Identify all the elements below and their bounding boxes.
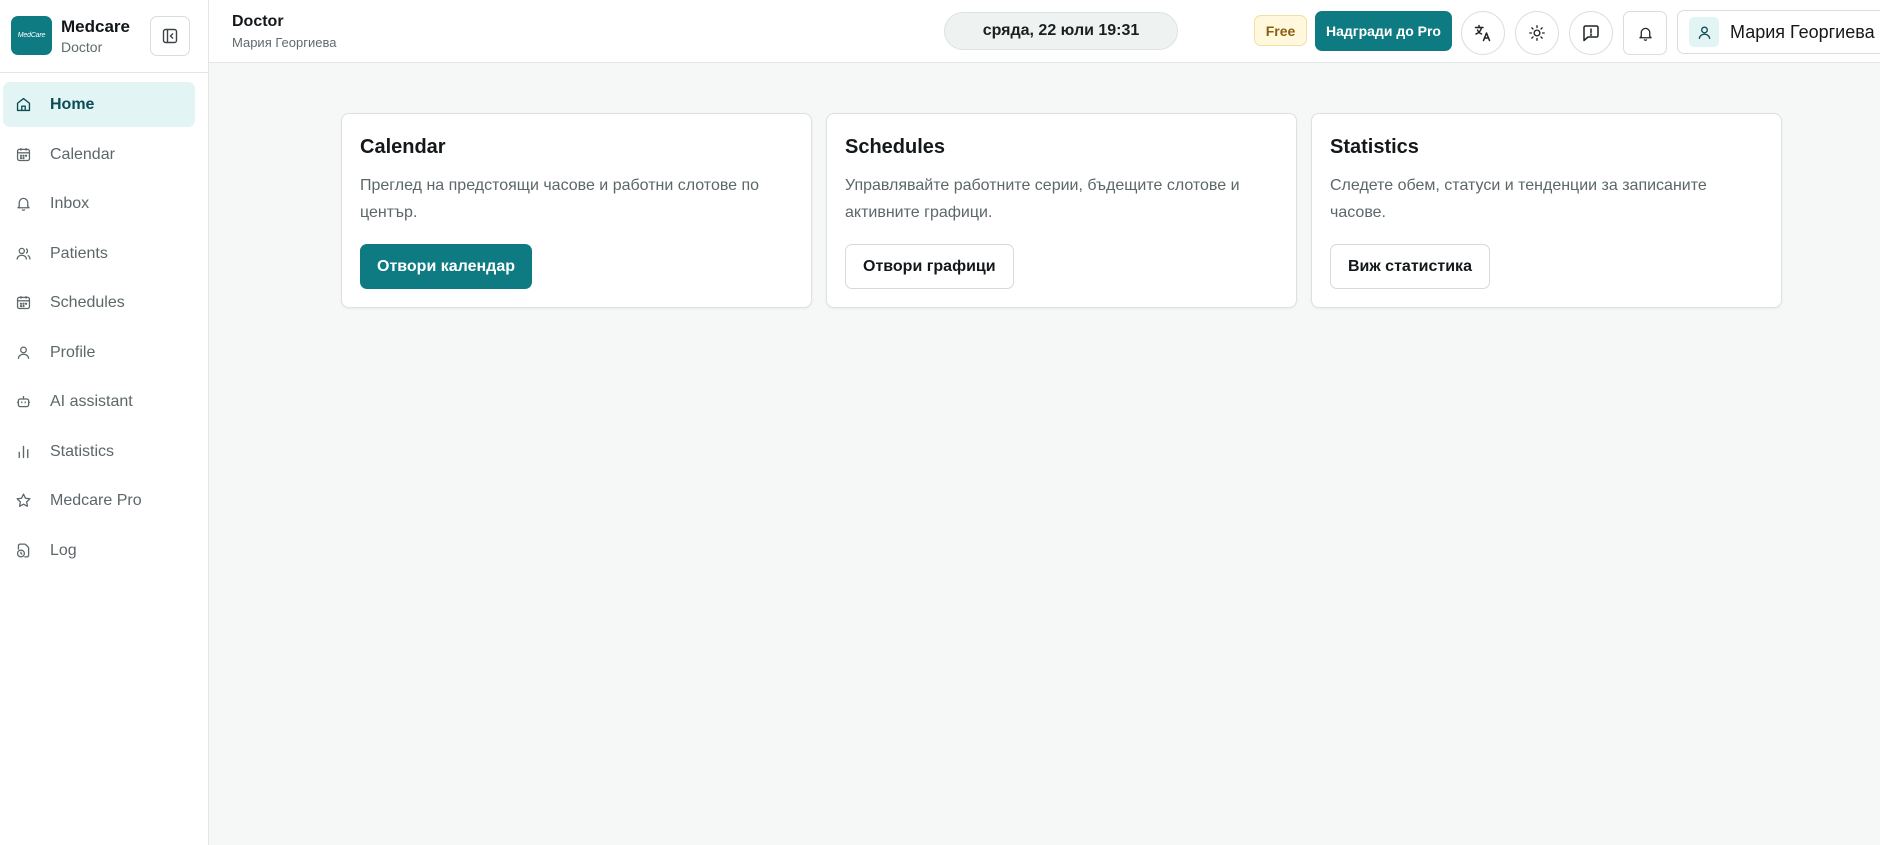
- notifications-button[interactable]: [1623, 11, 1667, 55]
- card-description: Преглед на предстоящи часове и работни с…: [360, 177, 760, 221]
- sidebar-item-label: Log: [50, 541, 77, 559]
- bot-icon: [13, 392, 33, 412]
- home-icon: [13, 95, 33, 115]
- app-root: MedCare Medcare Doctor Home Calendar Inb…: [0, 0, 1880, 845]
- plan-badge: Free: [1254, 15, 1307, 46]
- sidebar-item-inbox[interactable]: Inbox: [3, 181, 195, 226]
- page-subtitle: Мария Георгиева: [232, 35, 337, 50]
- message-alert-icon: [1581, 23, 1601, 43]
- sidebar-item-log[interactable]: Log: [3, 528, 195, 573]
- brand-role: Doctor: [61, 39, 103, 55]
- sidebar-item-profile[interactable]: Profile: [3, 330, 195, 375]
- sidebar-collapse-button[interactable]: [150, 16, 190, 56]
- sidebar-item-label: Schedules: [50, 293, 125, 311]
- card-description: Управлявайте работните серии, бъдещите с…: [845, 177, 1240, 221]
- statistics-card: Statistics Следете обем, статуси и тенде…: [1311, 113, 1782, 308]
- bell-icon: [1637, 25, 1654, 42]
- sidebar-item-label: Patients: [50, 244, 108, 262]
- sidebar-item-medcare-pro[interactable]: Medcare Pro: [3, 478, 195, 523]
- schedules-card: Schedules Управлявайте работните серии, …: [826, 113, 1297, 308]
- theme-toggle-button[interactable]: [1515, 11, 1559, 55]
- open-calendar-button[interactable]: Отвори календар: [360, 244, 532, 289]
- avatar: [1689, 17, 1719, 47]
- page-title: Doctor: [232, 13, 284, 30]
- translate-icon: [1473, 23, 1493, 43]
- calendar-icon: [13, 293, 33, 313]
- card-description: Следете обем, статуси и тенденции за зап…: [1330, 177, 1707, 221]
- sidebar-item-label: Medcare Pro: [50, 491, 142, 509]
- upgrade-pro-button[interactable]: Надгради до Pro: [1315, 11, 1452, 51]
- sidebar-item-label: Statistics: [50, 442, 115, 460]
- view-statistics-button[interactable]: Виж статистика: [1330, 244, 1490, 289]
- bar-chart-icon: [13, 442, 33, 462]
- user-icon: [13, 343, 33, 363]
- sidebar-item-label: Calendar: [50, 145, 115, 163]
- sidebar-item-calendar[interactable]: Calendar: [3, 132, 195, 177]
- sidebar-item-label: Home: [50, 95, 95, 113]
- current-datetime: сряда, 22 юли 19:31: [944, 12, 1178, 50]
- sidebar-item-label: Profile: [50, 343, 96, 361]
- calendar-card: Calendar Преглед на предстоящи часове и …: [341, 113, 812, 308]
- card-title: Statistics: [1330, 136, 1419, 158]
- brand-name: Medcare: [61, 17, 130, 36]
- sidebar-item-statistics[interactable]: Statistics: [3, 429, 195, 474]
- sidebar-item-ai-assistant[interactable]: AI assistant: [3, 379, 195, 424]
- user-name: Мария Георгиева: [1730, 21, 1875, 42]
- brand-header: MedCare Medcare Doctor: [0, 0, 208, 73]
- sun-icon: [1528, 24, 1546, 42]
- open-schedules-button[interactable]: Отвори графици: [845, 244, 1014, 289]
- card-title: Calendar: [360, 136, 446, 158]
- user-menu-button[interactable]: Мария Георгиева: [1677, 10, 1880, 54]
- sidebar-item-patients[interactable]: Patients: [3, 231, 195, 276]
- top-header: Doctor Мария Георгиева сряда, 22 юли 19:…: [209, 0, 1880, 63]
- sidebar-item-label: Inbox: [50, 194, 90, 212]
- feedback-button[interactable]: [1569, 11, 1613, 55]
- sidebar-collapse-icon: [162, 28, 178, 44]
- sidebar: MedCare Medcare Doctor Home Calendar Inb…: [0, 0, 209, 845]
- bell-icon: [13, 194, 33, 214]
- users-icon: [13, 244, 33, 264]
- log-icon: [13, 541, 33, 561]
- sidebar-item-label: AI assistant: [50, 392, 133, 410]
- card-title: Schedules: [845, 136, 946, 158]
- star-icon: [13, 491, 33, 511]
- sidebar-item-schedules[interactable]: Schedules: [3, 280, 195, 325]
- language-button[interactable]: [1461, 11, 1505, 55]
- sidebar-item-home[interactable]: Home: [3, 82, 195, 127]
- calendar-icon: [13, 145, 33, 165]
- brand-logo[interactable]: MedCare: [11, 16, 52, 55]
